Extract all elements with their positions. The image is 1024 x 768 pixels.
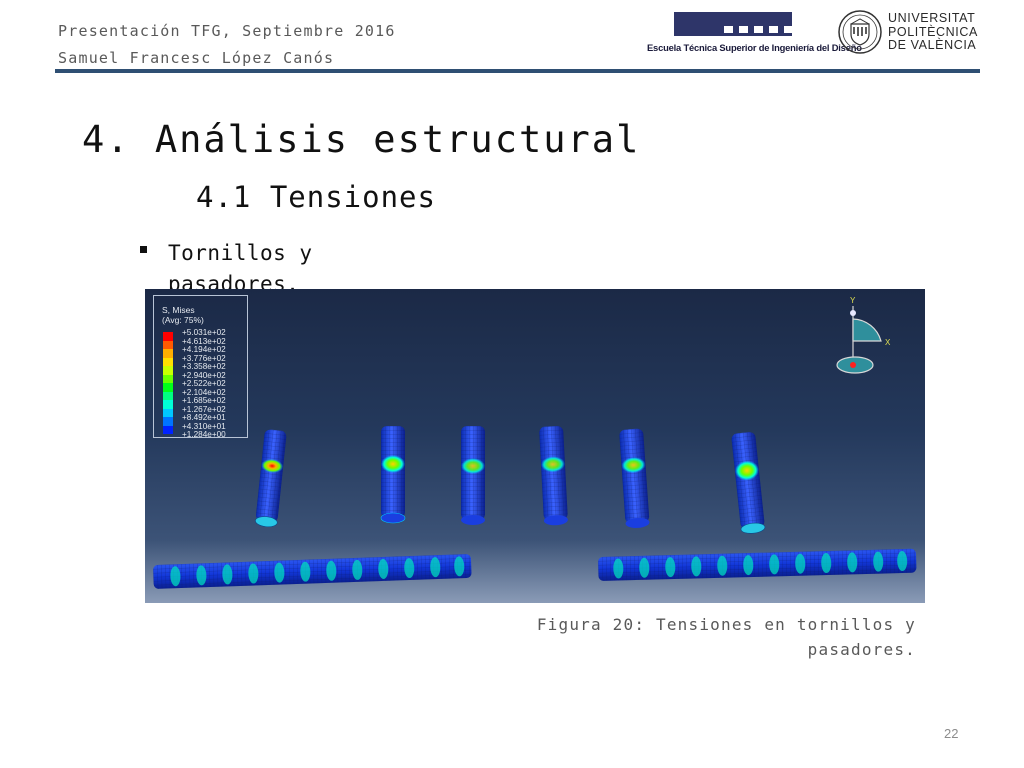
legend-swatch <box>163 374 173 383</box>
header-presentation-title: Presentación TFG, Septiembre 2016 <box>58 22 396 40</box>
etsid-logo-mark <box>674 12 793 36</box>
legend-swatch <box>163 383 173 392</box>
legend-color-scale <box>163 332 173 434</box>
upv-line-1: UNIVERSITAT <box>888 11 976 25</box>
slide-title: 4. Análisis estructural <box>82 118 641 161</box>
legend-swatch <box>163 340 173 349</box>
upv-seal-icon <box>838 10 882 54</box>
bolt-5 <box>619 428 650 528</box>
legend-swatch <box>163 391 173 400</box>
axis-triad-icon: Y X <box>836 296 891 374</box>
legend-swatch <box>163 400 173 409</box>
header-divider <box>55 69 980 73</box>
figure-caption: Figura 20: Tensiones en tornillos y pasa… <box>536 615 916 659</box>
fea-scene: Y X <box>153 296 917 589</box>
upv-logo-text: UNIVERSITAT POLITÈCNICA DE VALÈNCIA <box>888 11 978 53</box>
axis-y-label: Y <box>850 296 856 305</box>
legend-swatch <box>163 366 173 375</box>
header-author: Samuel Francesc López Canós <box>58 49 335 67</box>
legend-swatch <box>163 332 173 341</box>
legend-value: +1.284e+00 <box>182 430 226 439</box>
legend-swatch <box>163 357 173 366</box>
legend-swatch <box>163 425 173 434</box>
etsid-logo-text: Escuela Técnica Superior de Ingeniería d… <box>647 42 862 53</box>
bolt-6 <box>731 432 766 534</box>
legend-title-line-2: (Avg: 75%) <box>162 315 204 325</box>
legend-title-line-1: S, Mises <box>162 305 195 315</box>
bullet-marker <box>140 246 147 253</box>
upv-line-2: POLITÈCNICA <box>888 24 978 39</box>
upv-line-3: DE VALÈNCIA <box>888 38 977 52</box>
pin-left <box>153 554 472 589</box>
legend-swatch <box>163 417 173 426</box>
slide-subtitle: 4.1 Tensiones <box>196 180 436 214</box>
axis-x-label: X <box>885 338 891 347</box>
legend-values: +5.031e+02 +4.613e+02 +4.194e+02 +3.776e+02… <box>182 328 226 440</box>
page-number: 22 <box>944 726 959 741</box>
upv-logo: UNIVERSITAT POLITÈCNICA DE VALÈNCIA <box>838 10 983 58</box>
bolt-1 <box>255 429 287 528</box>
bolt-4 <box>539 426 568 526</box>
legend-swatch <box>163 349 173 358</box>
pin-right <box>598 548 917 581</box>
legend-title: S, Mises (Avg: 75%) <box>162 305 204 325</box>
legend-swatch <box>163 408 173 417</box>
stress-legend: S, Mises (Avg: 75%) +5.031e+02 +4.613e+02… <box>153 295 248 440</box>
bolt-2 <box>380 426 406 524</box>
etsid-logo: Escuela Técnica Superior de Ingeniería d… <box>647 12 862 60</box>
bolt-3 <box>461 426 485 525</box>
fea-stress-figure: Y X S, Mises (Avg: 75%) +5.031e+02 +4.613… <box>145 289 925 603</box>
